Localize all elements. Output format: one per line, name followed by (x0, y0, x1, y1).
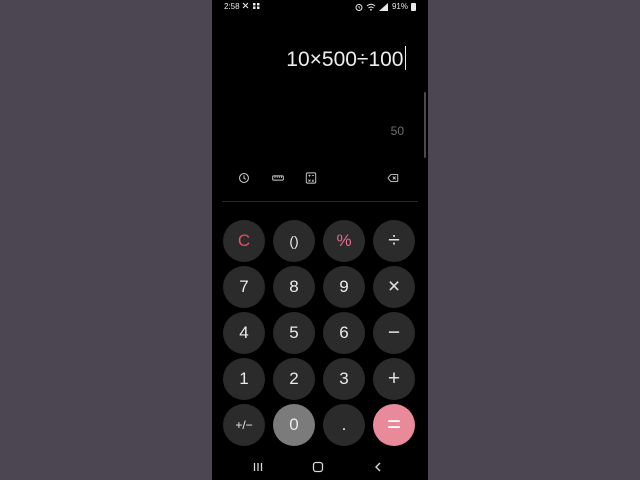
notification-icon-group (242, 2, 260, 9)
status-time: 2:58 (224, 2, 240, 11)
notification-icons (242, 1, 264, 12)
digit-8-button[interactable]: 8 (273, 266, 315, 308)
decimal-button[interactable]: . (323, 404, 365, 446)
scroll-indicator (424, 92, 426, 158)
subtract-button[interactable]: − (373, 312, 415, 354)
digit-9-button[interactable]: 9 (323, 266, 365, 308)
back-icon[interactable] (372, 461, 384, 473)
divide-button[interactable]: ÷ (373, 220, 415, 262)
digit-6-button[interactable]: 6 (323, 312, 365, 354)
divider (222, 201, 418, 202)
digit-4-button[interactable]: 4 (223, 312, 265, 354)
navigation-bar (212, 458, 428, 478)
status-right-group: 91% (355, 2, 416, 11)
result-preview: 50 (390, 124, 404, 138)
signal-icon (378, 2, 388, 11)
history-icon[interactable] (237, 172, 251, 184)
recent-apps-icon[interactable] (252, 461, 264, 473)
battery-percent: 91% (391, 2, 408, 11)
tool-row (212, 168, 428, 188)
multiply-button[interactable]: × (373, 266, 415, 308)
digit-1-button[interactable]: 1 (223, 358, 265, 400)
negate-button[interactable]: +/− (223, 404, 265, 446)
backspace-icon[interactable] (386, 172, 400, 184)
status-bar: 2:58 91% (212, 0, 428, 14)
calculator-mode-icon[interactable] (304, 172, 318, 184)
add-button[interactable]: + (373, 358, 415, 400)
expression-display[interactable]: 10×500÷100 (286, 46, 406, 72)
digit-2-button[interactable]: 2 (273, 358, 315, 400)
digit-3-button[interactable]: 3 (323, 358, 365, 400)
expression-text: 10×500÷100 (286, 48, 404, 71)
digit-7-button[interactable]: 7 (223, 266, 265, 308)
digit-0-button[interactable]: 0 (273, 404, 315, 446)
text-cursor (404, 46, 406, 70)
equals-button[interactable]: = (373, 404, 415, 446)
home-icon[interactable] (312, 461, 324, 473)
ruler-icon[interactable] (271, 172, 285, 184)
parentheses-button[interactable]: () (273, 220, 315, 262)
wifi-calling-icon (366, 3, 376, 11)
phone-screen: 2:58 91% 10×500÷100 50 C () % ÷ 7 8 9 × … (212, 0, 428, 480)
clear-button[interactable]: C (223, 220, 265, 262)
percent-button[interactable]: % (323, 220, 365, 262)
alarm-icon (355, 3, 363, 11)
battery-icon (411, 2, 416, 11)
digit-5-button[interactable]: 5 (273, 312, 315, 354)
